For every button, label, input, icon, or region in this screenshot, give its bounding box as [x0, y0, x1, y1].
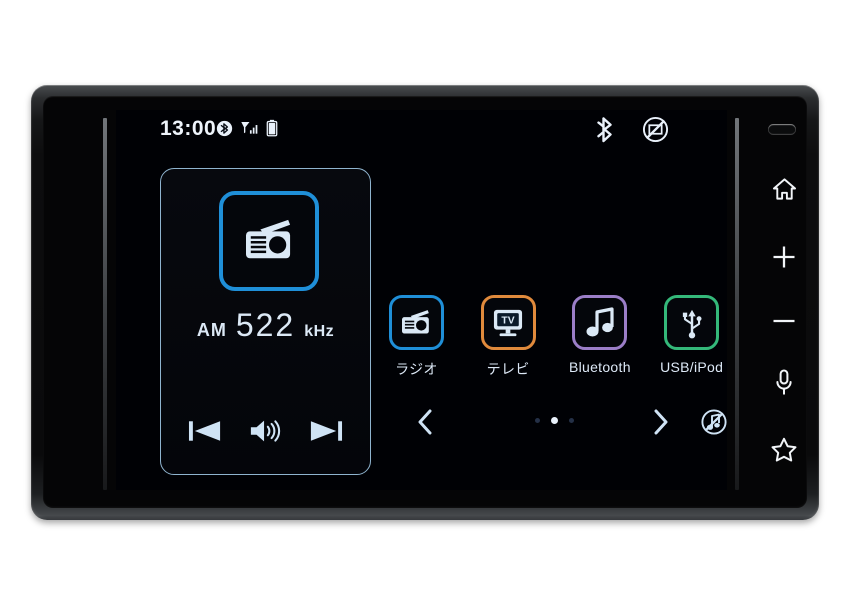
bluetooth-connected-icon	[216, 120, 233, 137]
page-dot-1[interactable]	[534, 418, 540, 423]
source-label-bluetooth: Bluetooth	[568, 359, 631, 375]
source-label-usb-ipod: USB/iPod	[660, 359, 724, 375]
volume-down-button[interactable]	[751, 300, 817, 342]
page-dot-3[interactable]	[568, 418, 574, 423]
volume-up-button[interactable]	[751, 236, 817, 278]
radio-frequency-unit: kHz	[304, 323, 335, 340]
source-item-radio[interactable]: ラジオ	[384, 295, 449, 379]
page-dot-2[interactable]	[550, 417, 558, 424]
mute-audio-button[interactable]	[699, 406, 727, 438]
touchscreen[interactable]: 13:00 AM 522 kHz ラジオ TV テレビ Bluetooth US…	[116, 110, 727, 490]
hard-key-column	[751, 110, 817, 490]
source-label-radio: ラジオ	[395, 361, 438, 377]
pager-bar	[384, 406, 727, 448]
next-page-button[interactable]	[648, 406, 674, 438]
source-item-tv[interactable]: TV テレビ	[476, 295, 541, 379]
status-icons-left	[216, 119, 278, 137]
radio-icon	[399, 309, 433, 337]
source-tile-usb-ipod[interactable]	[664, 295, 720, 350]
usb-icon	[680, 307, 704, 339]
radio-icon	[241, 218, 297, 264]
previous-track-button[interactable]	[188, 418, 223, 444]
music-note-icon	[585, 306, 615, 339]
clock: 13:00	[160, 117, 217, 140]
source-item-usb-ipod[interactable]: USB/iPod	[659, 295, 724, 379]
head-unit-device: 13:00 AM 522 kHz ラジオ TV テレビ Bluetooth US…	[31, 85, 819, 520]
frequency-display: AM 522 kHz	[161, 307, 370, 344]
now-playing-source-badge[interactable]	[219, 191, 319, 291]
bluetooth-icon	[596, 116, 616, 143]
no-disc-icon	[642, 116, 669, 143]
volume-button[interactable]	[249, 418, 281, 444]
device-faceplate: 13:00 AM 522 kHz ラジオ TV テレビ Bluetooth US…	[43, 96, 807, 508]
playback-controls	[161, 418, 370, 444]
screenshot-root: 13:00 AM 522 kHz ラジオ TV テレビ Bluetooth US…	[0, 0, 850, 600]
signal-strength-icon	[240, 120, 259, 137]
svg-text:TV: TV	[502, 315, 515, 326]
battery-icon	[266, 119, 278, 137]
tv-icon: TV	[492, 308, 524, 338]
grille-stripe-right	[735, 118, 739, 490]
now-playing-card[interactable]: AM 522 kHz	[160, 168, 371, 475]
grille-stripe-left	[103, 118, 107, 490]
status-bar: 13:00	[116, 110, 727, 154]
source-grid: ラジオ TV テレビ Bluetooth USB/iPod	[384, 295, 724, 379]
next-track-button[interactable]	[308, 418, 343, 444]
radio-band: AM	[196, 320, 227, 340]
radio-frequency: 522	[235, 307, 296, 343]
source-label-tv: テレビ	[486, 361, 530, 377]
source-tile-tv[interactable]: TV	[480, 295, 536, 350]
proximity-sensor	[768, 124, 796, 135]
source-tile-bluetooth[interactable]	[572, 295, 628, 350]
home-button[interactable]	[751, 168, 817, 210]
source-item-bluetooth[interactable]: Bluetooth	[568, 295, 633, 379]
favorite-button[interactable]	[751, 428, 817, 470]
status-icons-right	[596, 116, 669, 143]
source-tile-radio[interactable]	[388, 295, 444, 350]
voice-command-button[interactable]	[751, 362, 817, 404]
